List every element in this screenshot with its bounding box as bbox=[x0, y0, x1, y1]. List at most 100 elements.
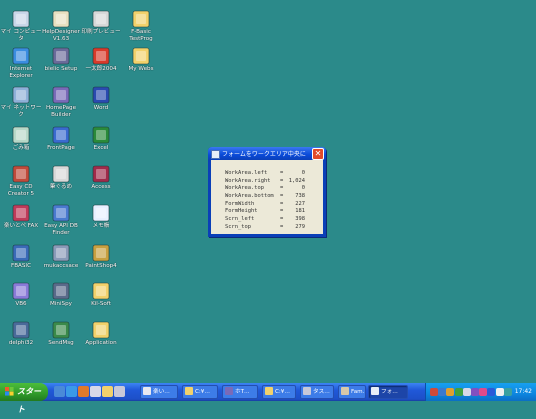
ql-ie-icon[interactable] bbox=[66, 386, 77, 397]
start-button[interactable]: スタート bbox=[0, 383, 48, 414]
info-equals: = bbox=[280, 208, 284, 215]
word-icon bbox=[92, 86, 110, 104]
ql-desktop-icon[interactable] bbox=[54, 386, 65, 397]
taskbar-button-label: C:¥… bbox=[195, 389, 210, 395]
ql-app-icon[interactable] bbox=[90, 386, 101, 397]
info-key: FormWidth bbox=[225, 200, 255, 207]
start-label: スタート bbox=[17, 387, 41, 414]
info-value: 0 bbox=[301, 185, 305, 192]
info-equals: = bbox=[280, 185, 284, 192]
taskbar-button[interactable]: Fam… bbox=[338, 385, 366, 399]
task-app-icon bbox=[341, 387, 349, 395]
task-app-icon bbox=[303, 387, 311, 395]
tray-icon-5[interactable] bbox=[462, 388, 471, 396]
info-equals: = bbox=[280, 170, 284, 176]
ql-folder-icon[interactable] bbox=[102, 386, 113, 397]
excel-icon bbox=[92, 126, 110, 144]
desktop-icon-paintshop[interactable]: PaintShop4 bbox=[78, 244, 124, 270]
info-equals: = bbox=[280, 193, 284, 200]
desktop-icon-label: PaintShop4 bbox=[85, 263, 117, 269]
tray-icon-4[interactable] bbox=[454, 388, 463, 396]
taskbar-button[interactable]: C:¥… bbox=[182, 385, 218, 399]
taskbar-button[interactable]: C:¥… bbox=[262, 385, 296, 399]
ql-media-icon[interactable] bbox=[78, 386, 89, 397]
tray-icon-1[interactable] bbox=[430, 388, 438, 396]
taskbar-button[interactable]: フォ… bbox=[368, 385, 408, 399]
internet-explorer-icon bbox=[12, 47, 30, 65]
close-icon[interactable]: ✕ bbox=[312, 148, 324, 160]
info-equals: = bbox=[280, 200, 284, 207]
info-value: 738 bbox=[295, 193, 305, 200]
form-window[interactable]: フォームをワークエリア中央に ✕ WorkArea.left = 0 WorkArea… bbox=[208, 147, 326, 237]
info-row: WorkArea.right = 1,024 bbox=[225, 178, 305, 186]
recycle-bin-icon bbox=[12, 126, 30, 144]
desktop-icon-label: Kil-Soft bbox=[91, 301, 111, 307]
clock[interactable]: 17:42 bbox=[515, 383, 532, 401]
my-network-icon bbox=[12, 86, 30, 104]
taskbar-button-label: タス… bbox=[313, 389, 330, 395]
info-key: FormHeight bbox=[225, 208, 258, 215]
desktop-icon-label: Access bbox=[91, 184, 111, 190]
task-homepage-icon bbox=[225, 387, 233, 395]
desktop-icon-kil-soft[interactable]: Kil-Soft bbox=[78, 282, 124, 308]
desktop-icon-label: Application bbox=[85, 340, 117, 346]
info-row: FormHeight = 181 bbox=[225, 208, 305, 216]
tray-icon-7[interactable] bbox=[479, 388, 488, 396]
tray-icon-10[interactable] bbox=[503, 388, 512, 396]
mukaccsace-icon bbox=[52, 244, 70, 262]
setup-icon bbox=[52, 47, 70, 65]
frontpage-icon bbox=[52, 126, 70, 144]
ql-app2-icon[interactable] bbox=[114, 386, 125, 397]
window-titlebar[interactable]: フォームをワークエリア中央に ✕ bbox=[208, 147, 326, 160]
access-icon bbox=[92, 165, 110, 183]
info-value: 279 bbox=[295, 223, 305, 230]
task-window-icon bbox=[143, 387, 151, 395]
folder-icon bbox=[92, 321, 110, 339]
desktop-icon-notepad[interactable]: メモ帳 bbox=[78, 204, 124, 230]
info-row: Scrn_left = 398 bbox=[225, 216, 305, 224]
taskbar-button[interactable]: ホT… bbox=[222, 385, 258, 399]
info-row: WorkArea.bottom = 738 bbox=[225, 193, 305, 201]
desktop-icon-application[interactable]: Application bbox=[78, 321, 124, 347]
tray-icon-9[interactable] bbox=[495, 388, 504, 396]
info-row: WorkArea.top = 0 bbox=[225, 185, 305, 193]
folder-web-icon bbox=[132, 47, 150, 65]
taskbar-button[interactable]: タス… bbox=[300, 385, 334, 399]
info-equals: = bbox=[280, 177, 284, 184]
desktop-icon-my-webs[interactable]: My Webs bbox=[118, 47, 164, 73]
taskbar-button[interactable]: 楽い… bbox=[140, 385, 178, 399]
taskbar: スタート 楽い… C:¥… ホT… C:¥… タス… Fam… フォ… 17:42 bbox=[0, 383, 536, 414]
tray-icon-6[interactable] bbox=[471, 388, 479, 396]
work-area-info: WorkArea.left = 0 WorkArea.right = 1,024 WorkA… bbox=[225, 170, 305, 232]
desktop-icon-fbasic-testprog[interactable]: F-Basic TestProg bbox=[118, 10, 164, 42]
info-row: WorkArea.left = 0 bbox=[225, 170, 305, 178]
sendmsg-icon bbox=[52, 321, 70, 339]
tray-icon-3[interactable] bbox=[446, 388, 455, 396]
minispy-icon bbox=[52, 282, 70, 300]
api-db-finder-icon bbox=[52, 204, 70, 222]
info-key: WorkArea.top bbox=[225, 185, 264, 192]
ichitaro-icon bbox=[92, 47, 110, 65]
info-key: WorkArea.bottom bbox=[225, 193, 274, 200]
desktop-icon-label: F-Basic TestProg bbox=[129, 29, 153, 42]
homepage-builder-icon bbox=[52, 86, 70, 104]
desktop-icon-word[interactable]: Word bbox=[78, 86, 124, 112]
window-client-area: WorkArea.left = 0 WorkArea.right = 1,024 WorkA… bbox=[211, 160, 323, 234]
desktop-icon-excel[interactable]: Excel bbox=[78, 126, 124, 152]
fbasic-icon bbox=[12, 244, 30, 262]
delphi-icon bbox=[12, 321, 30, 339]
taskbar-button-label: Fam… bbox=[351, 389, 365, 395]
info-value: 0 bbox=[301, 170, 305, 176]
notepad-icon bbox=[92, 204, 110, 222]
info-key: WorkArea.left bbox=[225, 170, 268, 176]
tray-icon-2[interactable] bbox=[438, 388, 447, 396]
system-tray: 17:42 bbox=[425, 383, 536, 401]
help-designer-icon bbox=[52, 10, 70, 28]
desktop-icon-access[interactable]: Access bbox=[78, 165, 124, 191]
info-equals: = bbox=[280, 223, 284, 230]
tray-icon-8[interactable] bbox=[487, 388, 496, 396]
folder-icon bbox=[132, 10, 150, 28]
fax-icon bbox=[12, 204, 30, 222]
window-app-icon bbox=[211, 150, 220, 159]
info-key: WorkArea.right bbox=[225, 177, 271, 184]
